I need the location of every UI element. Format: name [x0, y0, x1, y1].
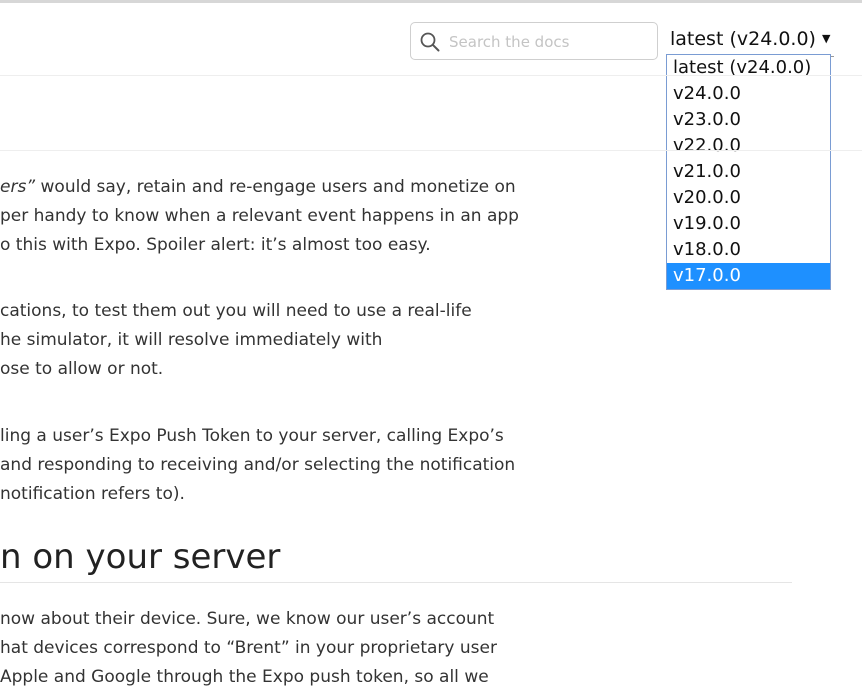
search-box[interactable] [410, 22, 658, 60]
version-select[interactable]: latest (v24.0.0) ▼ [668, 28, 835, 57]
version-select-value: latest (v24.0.0) [670, 28, 816, 50]
device-paragraph: cations, to test them out you will need … [0, 297, 472, 384]
section-heading: n on your server [0, 537, 281, 577]
paragraph-line: now about their device. Sure, we know ou… [0, 609, 495, 629]
paragraph-line: per handy to know when a relevant event … [0, 206, 519, 226]
version-option[interactable]: v24.0.0 [667, 81, 830, 107]
heading-divider [0, 582, 792, 583]
version-option[interactable]: v20.0.0 [667, 185, 830, 211]
paragraph-line: notification refers to). [0, 484, 185, 504]
paragraph-line: he simulator, it will resolve immediatel… [0, 330, 383, 350]
caret-down-icon: ▼ [821, 32, 831, 45]
paragraph-line: ose to allow or not. [0, 359, 164, 379]
server-paragraph: now about their device. Sure, we know ou… [0, 605, 497, 692]
intro-paragraph: ers” would say, retain and re-engage use… [0, 173, 519, 260]
version-option[interactable]: v19.0.0 [667, 211, 830, 237]
version-option[interactable]: v23.0.0 [667, 107, 830, 133]
paragraph-line: o this with Expo. Spoiler alert: it’s al… [0, 235, 431, 255]
search-icon [420, 32, 440, 52]
paragraph-line: cations, to test them out you will need … [0, 301, 472, 321]
version-dropdown-list[interactable]: latest (v24.0.0) v24.0.0 v23.0.0 v22.0.0… [666, 54, 831, 290]
quote-text: ers” [0, 177, 36, 197]
search-input[interactable] [449, 30, 649, 54]
paragraph-line: and responding to receiving and/or selec… [0, 455, 516, 475]
version-option[interactable]: v21.0.0 [667, 159, 830, 185]
header-divider [0, 75, 862, 76]
window-top-border [0, 0, 862, 3]
version-option[interactable]: latest (v24.0.0) [667, 55, 830, 81]
paragraph-line: ling a user’s Expo Push Token to your se… [0, 426, 504, 446]
version-option-highlighted[interactable]: v17.0.0 [667, 263, 830, 289]
title-divider [0, 150, 862, 151]
version-option[interactable]: v18.0.0 [667, 237, 830, 263]
steps-paragraph: ling a user’s Expo Push Token to your se… [0, 422, 515, 509]
version-option[interactable]: v22.0.0 [667, 133, 830, 159]
paragraph-line: hat devices correspond to “Brent” in you… [0, 638, 497, 658]
paragraph-line: would say, retain and re-engage users an… [35, 177, 516, 197]
paragraph-line: Apple and Google through the Expo push t… [0, 667, 489, 687]
